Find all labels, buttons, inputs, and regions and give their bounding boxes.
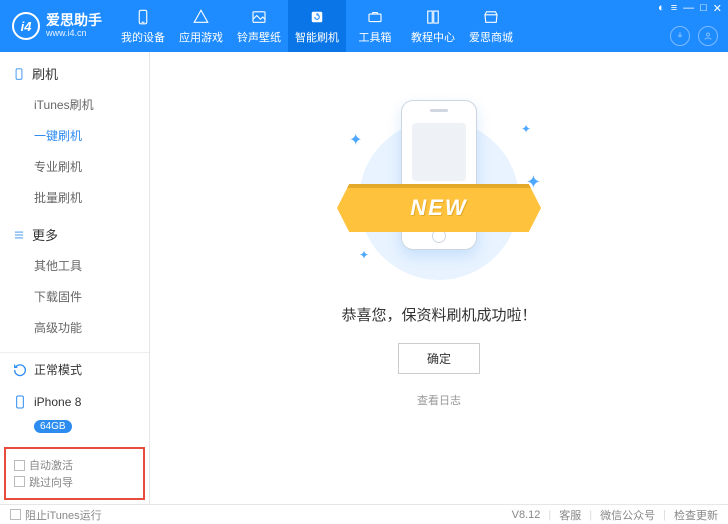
- nav-toolbox[interactable]: 工具箱: [346, 0, 404, 52]
- sidebar-item-download-firmware[interactable]: 下载固件: [34, 281, 149, 312]
- sidebar-group-flash: 刷机: [0, 52, 149, 89]
- sidebar-group-title: 刷机: [32, 64, 58, 83]
- checkbox-icon: [14, 476, 25, 487]
- sidebar-item-itunes-flash[interactable]: iTunes刷机: [34, 89, 149, 120]
- user-button[interactable]: [698, 26, 718, 46]
- footer-link-wechat[interactable]: 微信公众号: [600, 507, 655, 523]
- sidebar-group-more: 更多: [0, 213, 149, 250]
- checkbox-skip-wizard[interactable]: 跳过向导: [14, 474, 73, 490]
- nav-tutorials[interactable]: 教程中心: [404, 0, 462, 52]
- sidebar-group-title: 更多: [32, 225, 58, 244]
- phone-icon: [12, 394, 28, 410]
- nav-label: 爱思商城: [469, 29, 513, 45]
- new-ribbon: NEW: [337, 184, 541, 232]
- status-bar: 阻止iTunes运行 V8.12 | 客服 | 微信公众号 | 检查更新: [0, 504, 728, 524]
- toolbox-icon: [366, 8, 384, 26]
- version-label: V8.12: [512, 509, 541, 521]
- close-icon[interactable]: ✕: [713, 2, 722, 15]
- nav-label: 工具箱: [359, 29, 392, 45]
- picture-icon: [250, 8, 268, 26]
- list-icon: [12, 228, 26, 242]
- nav-apps[interactable]: 应用游戏: [172, 0, 230, 52]
- separator: |: [663, 509, 666, 521]
- brand-site: www.i4.cn: [46, 29, 102, 39]
- brand-logo: i4 爱思助手 www.i4.cn: [0, 0, 114, 52]
- footer-link-update[interactable]: 检查更新: [674, 507, 718, 523]
- sidebar-item-advanced[interactable]: 高级功能: [34, 312, 149, 343]
- nav-store[interactable]: 爱思商城: [462, 0, 520, 52]
- nav-label: 教程中心: [411, 29, 455, 45]
- book-icon: [424, 8, 442, 26]
- checkbox-icon: [10, 509, 21, 520]
- skin-icon[interactable]: ◐: [658, 2, 665, 15]
- refresh-icon: [12, 362, 28, 378]
- header-actions: [670, 26, 718, 46]
- sparkle-icon: ✦: [359, 248, 369, 262]
- checkbox-block-itunes[interactable]: 阻止iTunes运行: [10, 507, 102, 523]
- nav-label: 铃声壁纸: [237, 29, 281, 45]
- device-mode[interactable]: 正常模式: [0, 353, 149, 386]
- device-info[interactable]: iPhone 8: [0, 386, 149, 418]
- app-header: i4 爱思助手 www.i4.cn 我的设备 应用游戏 铃声壁纸 智能刷机 工具…: [0, 0, 728, 52]
- main-panel: ✦ ✦ ✦ ✦ NEW 恭喜您，保资料刷机成功啦！ 确定 查看日志: [150, 52, 728, 504]
- success-illustration: ✦ ✦ ✦ ✦ NEW: [329, 112, 549, 282]
- minimize-icon[interactable]: —: [683, 2, 694, 15]
- checkbox-auto-activate[interactable]: 自动激活: [14, 457, 73, 473]
- nav-label: 智能刷机: [295, 29, 339, 45]
- sparkle-icon: ✦: [521, 122, 531, 136]
- checkbox-label: 跳过向导: [29, 474, 73, 490]
- ribbon-text: NEW: [410, 195, 467, 221]
- maximize-icon[interactable]: □: [700, 2, 707, 15]
- device-name: iPhone 8: [34, 395, 81, 409]
- brand-logo-icon: i4: [12, 12, 40, 40]
- ok-button[interactable]: 确定: [398, 343, 480, 374]
- top-nav: 我的设备 应用游戏 铃声壁纸 智能刷机 工具箱 教程中心 爱思商城: [114, 0, 520, 52]
- sidebar-item-batch-flash[interactable]: 批量刷机: [34, 182, 149, 213]
- nav-label: 应用游戏: [179, 29, 223, 45]
- footer-link-support[interactable]: 客服: [559, 507, 581, 523]
- nav-smart-flash[interactable]: 智能刷机: [288, 0, 346, 52]
- store-icon: [482, 8, 500, 26]
- nav-ringtones[interactable]: 铃声壁纸: [230, 0, 288, 52]
- nav-label: 我的设备: [121, 29, 165, 45]
- success-message: 恭喜您，保资料刷机成功啦！: [341, 304, 536, 325]
- refresh-icon: [308, 8, 326, 26]
- separator: |: [589, 509, 592, 521]
- window-controls: ◐ ≡ — □ ✕: [658, 2, 722, 15]
- download-button[interactable]: [670, 26, 690, 46]
- apps-icon: [192, 8, 210, 26]
- sidebar: 刷机 iTunes刷机 一键刷机 专业刷机 批量刷机 更多 其他工具 下载固件 …: [0, 52, 150, 504]
- sidebar-item-oneclick-flash[interactable]: 一键刷机: [34, 120, 149, 151]
- brand-name: 爱思助手: [46, 13, 102, 28]
- view-log-link[interactable]: 查看日志: [417, 392, 461, 408]
- sidebar-item-other-tools[interactable]: 其他工具: [34, 250, 149, 281]
- phone-icon: [12, 67, 26, 81]
- menu-icon[interactable]: ≡: [671, 2, 677, 15]
- device-mode-label: 正常模式: [34, 361, 82, 378]
- phone-icon: [134, 8, 152, 26]
- separator: |: [548, 509, 551, 521]
- sidebar-item-pro-flash[interactable]: 专业刷机: [34, 151, 149, 182]
- nav-my-device[interactable]: 我的设备: [114, 0, 172, 52]
- flash-options-highlight: 自动激活 跳过向导: [4, 447, 145, 500]
- checkbox-label: 自动激活: [29, 457, 73, 473]
- sparkle-icon: ✦: [349, 130, 362, 150]
- storage-badge: 64GB: [34, 420, 72, 433]
- checkbox-label: 阻止iTunes运行: [25, 507, 102, 523]
- checkbox-icon: [14, 460, 25, 471]
